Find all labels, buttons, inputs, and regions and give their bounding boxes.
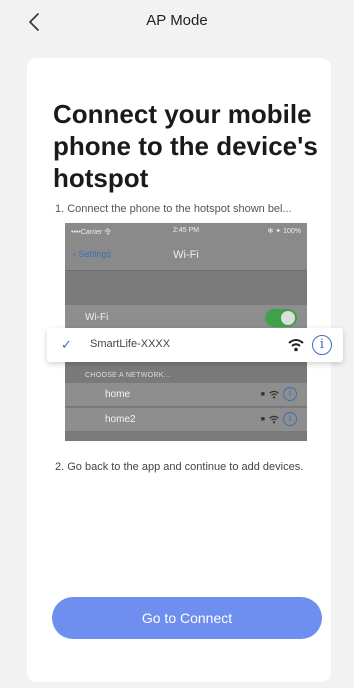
step-1-text: 1. Connect the phone to the hotspot show… [55, 203, 292, 215]
instruction-card: Connect your mobile phone to the device'… [27, 58, 343, 682]
network-row-home2: home2 ■ i [65, 408, 307, 432]
selected-network-name: SmartLife-XXXX [90, 338, 171, 350]
toggle-knob [281, 311, 295, 325]
page-title: AP Mode [146, 12, 208, 29]
network-name: home2 [105, 414, 136, 425]
network-name: home [105, 389, 131, 400]
status-time: 2:45 PM [173, 227, 200, 234]
phone-status-bar: ••••Carrier 令 2:45 PM ✻ ✦ 100% [65, 223, 307, 241]
wifi-screen-title: Wi-Fi [173, 249, 199, 261]
info-icon: i [283, 412, 297, 426]
phone-nav-bar: ‹ Settings Wi-Fi [65, 241, 307, 271]
wifi-toggle [265, 309, 297, 327]
info-icon: i [312, 335, 332, 355]
status-battery: ✻ ✦ 100% [267, 228, 301, 235]
status-carrier: ••••Carrier 令 [71, 229, 112, 236]
info-icon: i [283, 387, 297, 401]
checkmark-icon: ✓ [61, 337, 72, 352]
network-row-home: home ■ i [65, 383, 307, 407]
wifi-row-label: Wi-Fi [85, 312, 109, 323]
wifi-icon [288, 339, 304, 352]
card-heading: Connect your mobile phone to the device'… [53, 99, 318, 193]
lock-icon: ■ [260, 390, 265, 398]
selected-network-row: ✓ SmartLife-XXXX i [47, 328, 343, 362]
nav-bar: AP Mode [0, 0, 354, 44]
wifi-icon [269, 390, 279, 398]
wifi-icon [269, 415, 279, 423]
go-to-connect-button[interactable]: Go to Connect [52, 597, 322, 639]
lock-icon: ■ [260, 415, 265, 423]
choose-network-label: CHOOSE A NETWORK... [85, 372, 171, 379]
step-2-text: 2. Go back to the app and continue to ad… [55, 461, 304, 473]
